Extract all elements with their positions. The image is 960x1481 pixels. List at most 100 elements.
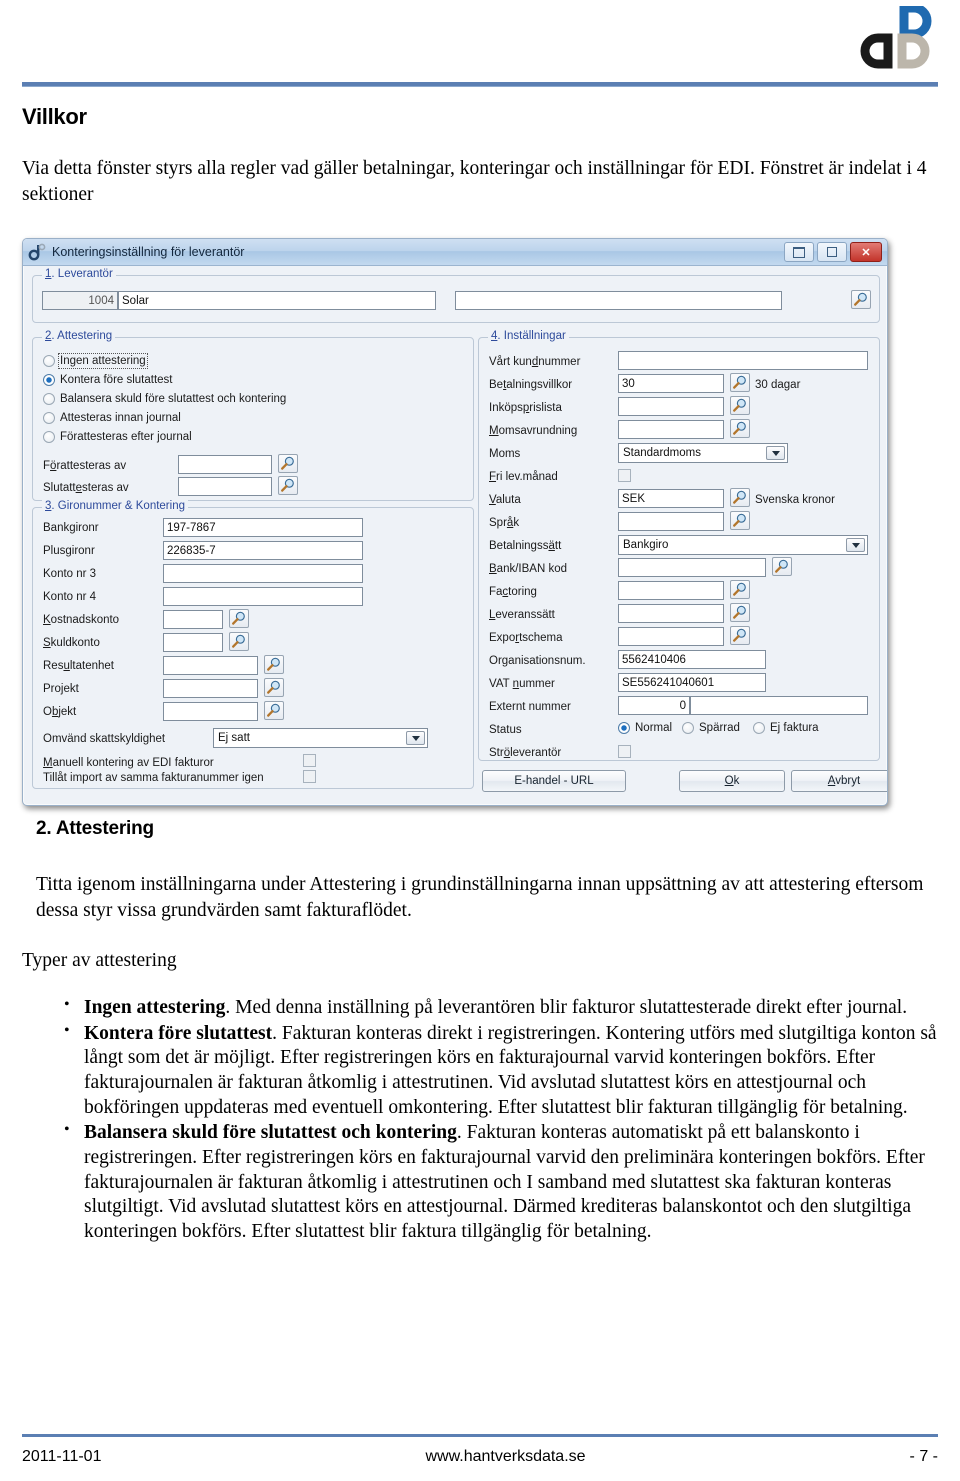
fri-lev-manad-checkbox[interactable] [618, 469, 631, 482]
magnifier-icon-valuta[interactable] [730, 488, 750, 507]
tillat-import-checkbox[interactable] [303, 770, 316, 783]
slutattesteras-av-field[interactable] [178, 477, 272, 496]
vat-nummer-field[interactable]: SE556241040601 [618, 673, 766, 692]
supplier-extra-field[interactable] [455, 291, 782, 310]
magnifier-icon-betalningsvillkor[interactable] [730, 373, 750, 392]
attestering-bullet-list: Ingen attestering. Med denna inställning… [58, 995, 958, 1246]
list-item: Kontera före slutattest. Fakturan konter… [58, 1021, 958, 1121]
magnifier-icon-slutattesteras[interactable] [278, 476, 298, 495]
valuta-field[interactable]: SEK [618, 489, 724, 508]
magnifier-icon-skuldkonto[interactable] [229, 632, 249, 651]
magnifier-icon-projekt[interactable] [264, 678, 284, 697]
factoring-field[interactable] [618, 581, 724, 600]
legend-text-3: . Gironummer & Kontering [51, 500, 185, 512]
radio-kontera-fore-slutattest[interactable]: Kontera före slutattest [43, 374, 173, 386]
label-vart-kundnummer: Vårt kundnummer [489, 356, 581, 368]
label-betalningsvillkor: Betalningsvillkor [489, 379, 573, 391]
radio-dot-icon [43, 431, 55, 443]
resultatenhet-field[interactable] [163, 656, 258, 675]
bullet-term: Ingen attestering [84, 997, 226, 1018]
document-page: Villkor Via detta fönster styrs alla reg… [0, 0, 960, 1481]
label-tillat-import: Tillåt import av samma fakturanummer ige… [43, 772, 264, 784]
chevron-down-icon[interactable] [766, 446, 785, 460]
organisationsnum-field[interactable]: 5562410406 [618, 650, 766, 669]
radio-forattesteras-efter-journal[interactable]: Förattesteras efter journal [43, 431, 192, 443]
kostnadskonto-field[interactable] [163, 610, 223, 629]
bankgironr-field[interactable]: 197-7867 [163, 518, 363, 537]
magnifier-icon-supplier[interactable] [851, 290, 871, 309]
label-bank-iban-kod: Bank/IBAN kod [489, 563, 567, 575]
bank-iban-kod-field[interactable] [618, 558, 766, 577]
magnifier-icon-resultatenhet[interactable] [264, 655, 284, 674]
omvand-skattskyldighet-select[interactable]: Ej satt [213, 728, 428, 748]
bullet-text: . Med denna inställning på leverantören … [225, 997, 908, 1018]
close-button[interactable]: ✕ [850, 242, 882, 262]
konto-nr-3-field[interactable] [163, 564, 363, 583]
sprak-field[interactable] [618, 512, 724, 531]
supplier-number-field[interactable]: 1004 [42, 291, 118, 310]
app-icon [28, 242, 50, 262]
forattesteras-av-field[interactable] [178, 455, 272, 474]
legend-text-4: . Inställningar [497, 330, 566, 342]
radio-label: Förattesteras efter journal [60, 431, 192, 443]
magnifier-icon-sprak[interactable] [730, 511, 750, 530]
exportschema-field[interactable] [618, 627, 724, 646]
group-attestering-label: 2. Attestering [42, 330, 116, 342]
cancel-button[interactable]: Avbryt [791, 770, 887, 792]
radio-status-ej-faktura[interactable]: Ej faktura [753, 722, 819, 734]
label-sprak: Språk [489, 517, 520, 529]
maximize-button[interactable] [817, 242, 847, 262]
ab-logo [852, 3, 938, 70]
magnifier-icon-exportschema[interactable] [730, 626, 750, 645]
supplier-name-field[interactable]: Solar [118, 291, 436, 310]
label-vat-nummer: VAT nummer [489, 678, 555, 690]
ehandel-url-button[interactable]: E-handel - URL [482, 770, 626, 792]
stroleverantor-checkbox[interactable] [618, 745, 631, 758]
attestering-paragraph-1: Titta igenom inställningarna under Attes… [36, 874, 924, 921]
magnifier-icon-forattesteras[interactable] [278, 454, 298, 473]
magnifier-icon-factoring[interactable] [730, 580, 750, 599]
minimize-button[interactable] [784, 242, 814, 262]
chevron-down-icon[interactable] [846, 538, 865, 552]
magnifier-icon-kostnadskonto[interactable] [229, 609, 249, 628]
vart-kundnummer-field[interactable] [618, 351, 868, 370]
magnifier-icon-leveranssatt[interactable] [730, 603, 750, 622]
magnifier-icon-bank-iban[interactable] [772, 557, 792, 576]
objekt-field[interactable] [163, 702, 258, 721]
radio-ingen-attestering[interactable]: Ingen attestering [43, 353, 148, 369]
ok-button[interactable]: Ok [679, 770, 785, 792]
label-manuell-kontering: Manuell kontering av EDI fakturor [43, 757, 214, 769]
label-slutattesteras-av: Slutattesteras av [43, 482, 129, 494]
label-externt-nummer: Externt nummer [489, 701, 571, 713]
magnifier-icon-objekt[interactable] [264, 701, 284, 720]
konto-nr-4-field[interactable] [163, 587, 363, 606]
magnifier-icon-inkopsprislista[interactable] [730, 396, 750, 415]
radio-status-normal[interactable]: Normal [618, 722, 672, 734]
externt-nummer-text-field[interactable] [690, 696, 868, 715]
footer-date: 2011-11-01 [22, 1448, 102, 1465]
momsavrundning-field[interactable] [618, 420, 724, 439]
manuell-kontering-checkbox[interactable] [303, 754, 316, 767]
magnifier-icon-momsavrundning[interactable] [730, 419, 750, 438]
label-valuta: Valuta [489, 494, 521, 506]
hint-betalningsvillkor: 30 dagar [755, 379, 801, 391]
betalningssatt-select[interactable]: Bankgiro [618, 535, 868, 555]
label-exportschema: Exportschema [489, 632, 563, 644]
label-objekt: Objekt [43, 706, 77, 718]
skuldkonto-field[interactable] [163, 633, 223, 652]
radio-label: Ej faktura [770, 722, 819, 734]
projekt-field[interactable] [163, 679, 258, 698]
plusgironr-field[interactable]: 226835-7 [163, 541, 363, 560]
inkopsprislista-field[interactable] [618, 397, 724, 416]
externt-nummer-field[interactable]: 0 [618, 696, 690, 715]
list-item: Ingen attestering. Med denna inställning… [58, 995, 958, 1021]
betalningsvillkor-field[interactable]: 30 [618, 374, 724, 393]
leveranssatt-field[interactable] [618, 604, 724, 623]
chevron-down-icon[interactable] [406, 731, 425, 745]
cancel-button-label: Avbryt [827, 775, 861, 787]
radio-status-sparrad[interactable]: Spärrad [682, 722, 740, 734]
moms-select[interactable]: Standardmoms [618, 443, 788, 463]
radio-attesteras-innan-journal[interactable]: Attesteras innan journal [43, 412, 181, 424]
radio-balansera-skuld[interactable]: Balansera skuld före slutattest och kont… [43, 393, 286, 405]
label-status: Status [489, 724, 522, 736]
